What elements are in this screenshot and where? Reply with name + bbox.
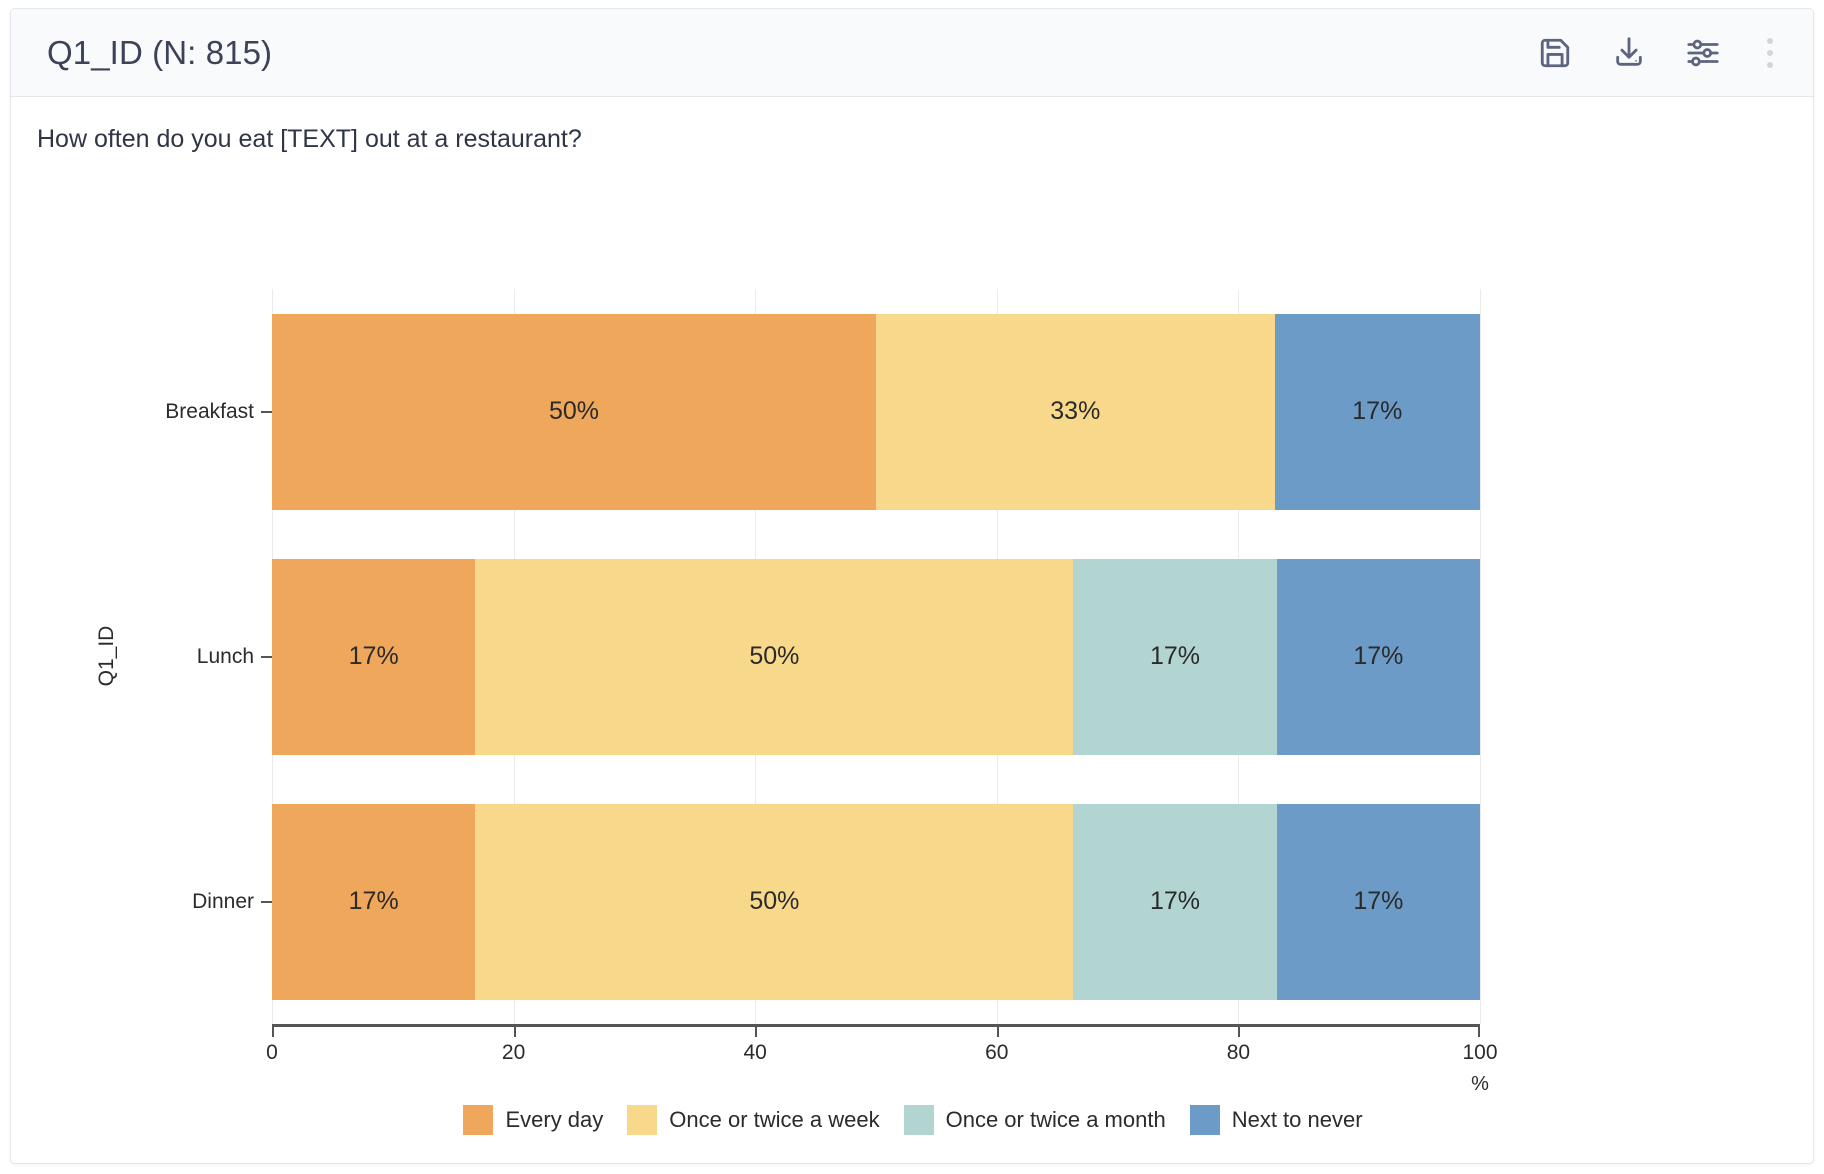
- app-root: Q1_ID (N: 815) How often do you eat [TEX…: [0, 0, 1824, 1174]
- bar-row: 17% 50% 17% 17%: [272, 803, 1480, 1000]
- x-axis-line: [272, 1024, 1480, 1027]
- card-header: Q1_ID (N: 815): [11, 9, 1813, 97]
- x-axis-tick: [513, 1024, 516, 1037]
- x-axis-tick-label: 60: [985, 1041, 1009, 1064]
- y-axis-title: Q1_ID: [95, 625, 118, 687]
- gridline: [1480, 289, 1481, 1024]
- legend-item[interactable]: Every day: [463, 1105, 603, 1135]
- download-icon: [1612, 36, 1646, 70]
- x-axis-tick-label: 40: [743, 1041, 767, 1064]
- sliders-icon: [1686, 36, 1720, 70]
- x-axis-unit-label: %: [1471, 1073, 1489, 1095]
- legend-label: Next to never: [1231, 1107, 1363, 1132]
- bar-segment-label: 50%: [749, 887, 800, 915]
- page-title: Q1_ID (N: 815): [47, 33, 273, 71]
- bar-segment[interactable]: 17%: [272, 803, 476, 1000]
- legend-label: Once or twice a week: [669, 1107, 880, 1132]
- y-axis-category-label: Breakfast: [165, 399, 254, 423]
- bar-segment[interactable]: 17%: [1276, 803, 1480, 1000]
- bar-segment-label: 17%: [1353, 642, 1404, 670]
- x-axis-tick: [1478, 1024, 1480, 1037]
- legend-swatch: [463, 1105, 494, 1135]
- bar-row: 50% 33% 17%: [272, 313, 1480, 510]
- y-axis-tick: [261, 900, 272, 903]
- bar-segment-label: 50%: [548, 397, 600, 425]
- x-axis-tick: [272, 1024, 274, 1037]
- x-axis-tick-label: 0: [266, 1041, 278, 1064]
- legend-label: Once or twice a month: [945, 1107, 1166, 1132]
- download-button[interactable]: [1609, 33, 1649, 73]
- card-body: How often do you eat [TEXT] out at a res…: [11, 97, 1813, 1163]
- question-text: How often do you eat [TEXT] out at a res…: [37, 125, 582, 153]
- kebab-menu-icon-dot2: [1767, 49, 1773, 56]
- y-axis-category-label: Lunch: [196, 644, 254, 668]
- bar-segment[interactable]: 50%: [475, 558, 1074, 755]
- x-axis-tick: [755, 1024, 758, 1037]
- bar-segment[interactable]: 50%: [475, 803, 1074, 1000]
- bar-segment-label: 33%: [1050, 397, 1101, 425]
- y-axis-category-label: Dinner: [192, 889, 254, 913]
- bar-segment-label: 17%: [1352, 397, 1403, 425]
- legend-item[interactable]: Once or twice a month: [903, 1105, 1166, 1135]
- legend-item[interactable]: Once or twice a week: [627, 1105, 880, 1135]
- stacked-bar-chart: Q1_ID 0 20 40 60 80 100% 50% 33% 17% Breakfast 17%…: [11, 185, 1813, 1163]
- kebab-menu-icon-dot3: [1767, 61, 1773, 68]
- bar-segment[interactable]: 50%: [272, 313, 876, 510]
- bar-segment-label: 17%: [1353, 887, 1404, 915]
- bar-segment[interactable]: 17%: [1276, 558, 1480, 755]
- legend-item[interactable]: Next to never: [1189, 1105, 1363, 1135]
- x-axis-tick-label: 80: [1226, 1041, 1251, 1064]
- y-axis-tick: [261, 410, 272, 413]
- legend-swatch: [1189, 1105, 1220, 1135]
- legend-label: Every day: [505, 1107, 604, 1132]
- bar-row: 17% 50% 17% 17%: [272, 558, 1480, 755]
- legend-swatch: [627, 1105, 658, 1135]
- x-axis-tick: [996, 1024, 999, 1037]
- bar-segment[interactable]: 17%: [1073, 558, 1277, 755]
- more-options-button[interactable]: [1757, 33, 1783, 73]
- header-actions: [1535, 33, 1787, 73]
- bar-segment-label: 17%: [1149, 642, 1201, 670]
- bar-segment-label: 50%: [749, 642, 800, 670]
- bar-segment-label: 17%: [348, 887, 399, 915]
- bar-segment[interactable]: 33%: [876, 313, 1275, 510]
- y-axis-tick: [261, 655, 272, 658]
- x-axis-tick: [1238, 1024, 1241, 1037]
- save-icon: [1538, 36, 1572, 70]
- kebab-menu-icon: [1767, 37, 1773, 44]
- bar-segment[interactable]: 17%: [272, 558, 476, 755]
- bar-segment-label: 17%: [348, 642, 399, 670]
- chart-legend: Every day Once or twice a week Once or twi…: [11, 1105, 1813, 1135]
- settings-button[interactable]: [1683, 33, 1723, 73]
- legend-swatch: [903, 1105, 934, 1135]
- save-button[interactable]: [1535, 33, 1575, 73]
- chart-card: Q1_ID (N: 815) How often do you eat [TEX…: [10, 8, 1814, 1164]
- x-axis-tick-label: 20: [501, 1041, 526, 1064]
- x-axis-tick-label: 100: [1462, 1041, 1498, 1064]
- bar-segment-label: 17%: [1149, 887, 1201, 915]
- bar-segment[interactable]: 17%: [1274, 313, 1480, 510]
- bar-segment[interactable]: 17%: [1073, 803, 1277, 1000]
